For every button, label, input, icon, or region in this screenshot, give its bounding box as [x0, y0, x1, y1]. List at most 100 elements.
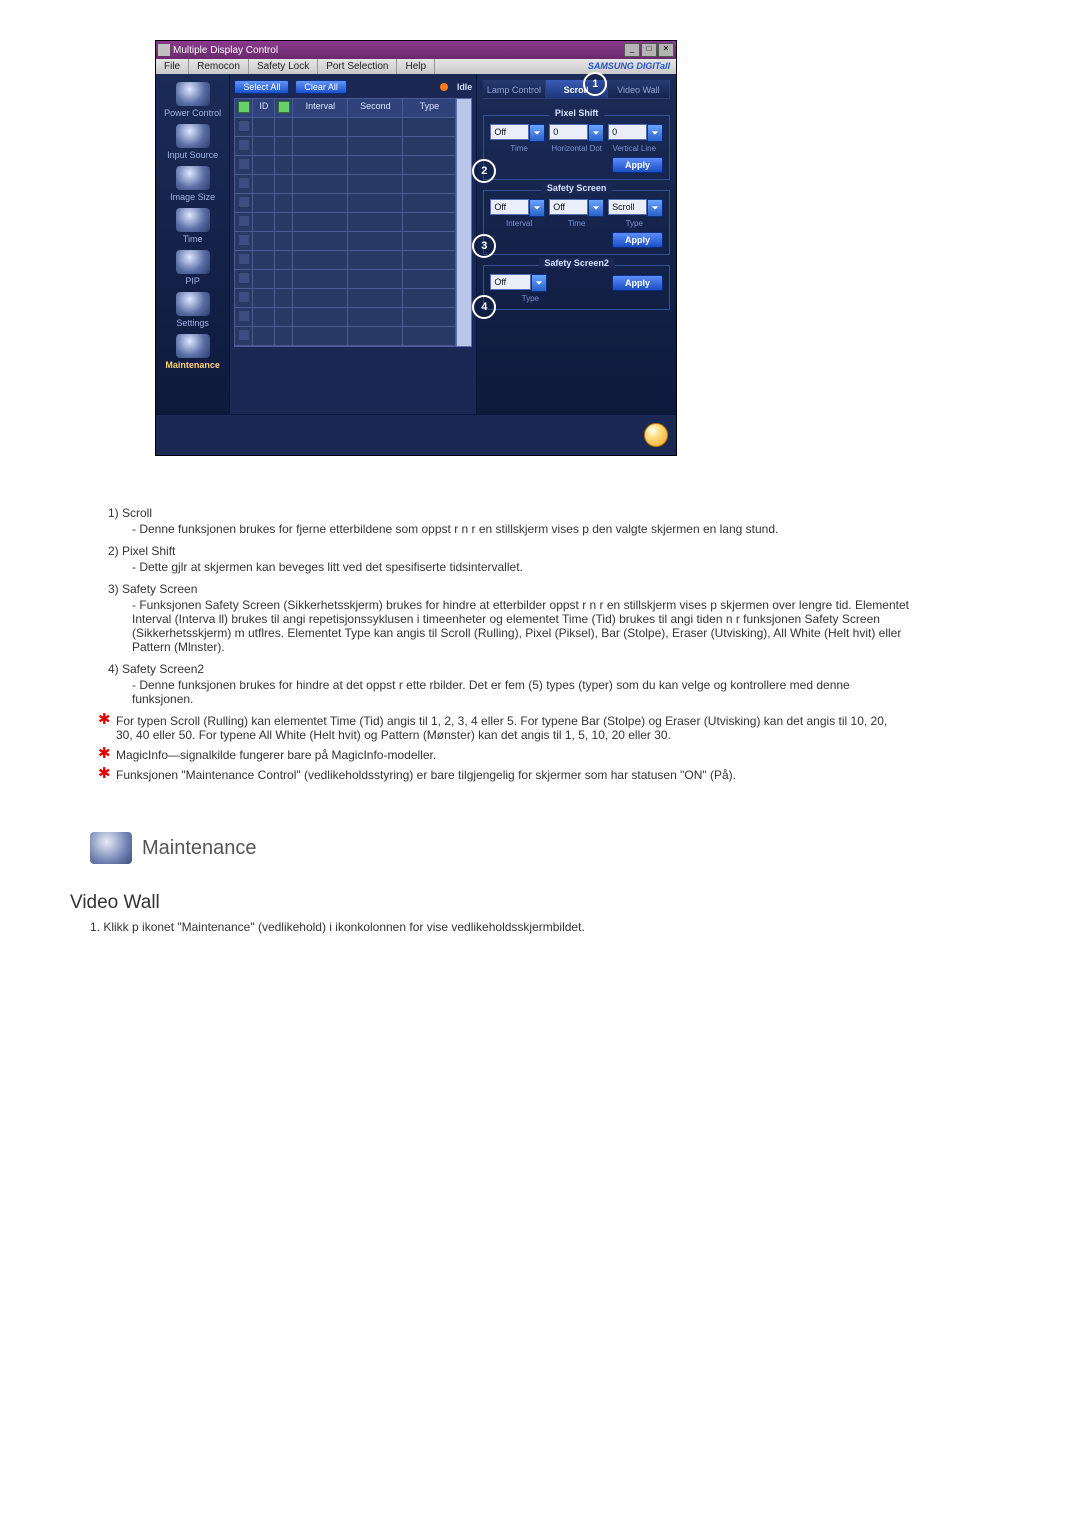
pixel-shift-time-value: Off: [490, 124, 529, 140]
sidebar-item-power[interactable]: Power Control: [158, 82, 227, 118]
table-row[interactable]: [235, 289, 455, 308]
icon-sidebar: Power Control Input Source Image Size Ti…: [156, 74, 229, 414]
callout-2: 2: [472, 159, 496, 183]
table-row[interactable]: [235, 175, 455, 194]
right-panel: 1 Lamp Control Scroll Video Wall Pixel S…: [477, 74, 676, 414]
table-row[interactable]: [235, 327, 455, 346]
row-checkbox[interactable]: [238, 120, 250, 132]
star-note-text: MagicInfo—signalkilde fungerer bare på M…: [116, 748, 436, 762]
table-row[interactable]: [235, 156, 455, 175]
row-checkbox[interactable]: [238, 215, 250, 227]
table-row[interactable]: [235, 232, 455, 251]
chevron-down-icon[interactable]: [588, 124, 604, 142]
label-type: Type: [605, 219, 663, 228]
chevron-down-icon[interactable]: [647, 124, 663, 142]
gear-icon: [176, 292, 210, 316]
doc-item-body: Denne funksjonen brukes for hindre at de…: [132, 678, 910, 706]
sidebar-item-image-size[interactable]: Image Size: [158, 166, 227, 202]
pixel-shift-time-combo[interactable]: Off: [490, 124, 545, 142]
chevron-down-icon[interactable]: [529, 199, 545, 217]
sidebar-item-time[interactable]: Time: [158, 208, 227, 244]
safety-screen2-type-combo[interactable]: Off: [490, 274, 547, 292]
safety-screen-time-combo[interactable]: Off: [549, 199, 604, 217]
safety-screen2-group: Safety Screen2 Off Apply Type 4: [483, 265, 670, 310]
menu-safety-lock[interactable]: Safety Lock: [249, 59, 318, 74]
pixel-shift-vline-value: 0: [608, 124, 647, 140]
menu-file[interactable]: File: [156, 59, 189, 74]
row-checkbox[interactable]: [238, 139, 250, 151]
doc-list-item: 4) Safety Screen2 Denne funksjonen brukes…: [108, 662, 910, 706]
callout-4: 4: [472, 295, 496, 319]
safety-screen-apply-button[interactable]: Apply: [612, 232, 663, 248]
row-checkbox[interactable]: [238, 329, 250, 341]
pixel-shift-vline-combo[interactable]: 0: [608, 124, 663, 142]
statusbar: [156, 414, 676, 455]
star-icon: ✱: [98, 714, 111, 726]
window-title: Multiple Display Control: [173, 45, 624, 56]
input-icon: [176, 124, 210, 148]
titlebar[interactable]: Multiple Display Control _ □ ✕: [156, 41, 676, 59]
doc-item-title: 3) Safety Screen: [108, 582, 910, 596]
pip-icon: [176, 250, 210, 274]
doc-item-title: 4) Safety Screen2: [108, 662, 910, 676]
pixel-shift-apply-button[interactable]: Apply: [612, 157, 663, 173]
vertical-scrollbar[interactable]: [456, 98, 472, 347]
star-note: ✱Funksjonen "Maintenance Control" (vedli…: [98, 768, 906, 782]
safety-screen-interval-value: Off: [490, 199, 529, 215]
doc-list-item: 2) Pixel ShiftDette gjlr at skjermen kan…: [108, 544, 910, 574]
row-checkbox[interactable]: [238, 253, 250, 265]
safety-screen2-apply-button[interactable]: Apply: [612, 275, 663, 291]
sidebar-item-pip[interactable]: PIP: [158, 250, 227, 286]
table-row[interactable]: [235, 308, 455, 327]
sidebar-item-settings[interactable]: Settings: [158, 292, 227, 328]
safety-screen-legend: Safety Screen: [541, 183, 613, 193]
row-checkbox[interactable]: [238, 196, 250, 208]
sidebar-item-maintenance[interactable]: Maintenance: [158, 334, 227, 370]
safety-screen-type-combo[interactable]: Scroll: [608, 199, 663, 217]
menu-port-selection[interactable]: Port Selection: [318, 59, 397, 74]
chevron-down-icon[interactable]: [647, 199, 663, 217]
menu-help[interactable]: Help: [397, 59, 435, 74]
sidebar-label: Image Size: [170, 192, 215, 202]
table-row[interactable]: [235, 118, 455, 137]
sidebar-item-input[interactable]: Input Source: [158, 124, 227, 160]
close-button[interactable]: ✕: [658, 43, 674, 57]
sidebar-label: Maintenance: [165, 360, 220, 370]
row-checkbox[interactable]: [238, 177, 250, 189]
table-row[interactable]: [235, 213, 455, 232]
table-row[interactable]: [235, 194, 455, 213]
sidebar-label: Power Control: [164, 108, 221, 118]
table-row[interactable]: [235, 270, 455, 289]
chevron-down-icon[interactable]: [588, 199, 604, 217]
grid-header-second: Second: [348, 99, 403, 118]
chevron-down-icon[interactable]: [531, 274, 547, 292]
star-icon: ✱: [98, 768, 111, 780]
time-icon: [176, 208, 210, 232]
row-checkbox[interactable]: [238, 158, 250, 170]
menu-remocon[interactable]: Remocon: [189, 59, 249, 74]
doc-item-body: Funksjonen Safety Screen (Sikkerhetsskje…: [132, 598, 910, 654]
tab-video-wall[interactable]: Video Wall: [608, 80, 670, 98]
safety-screen-interval-combo[interactable]: Off: [490, 199, 545, 217]
header-check-icon[interactable]: [238, 101, 250, 113]
display-grid: ID Interval Second Type: [234, 98, 456, 347]
maintenance-icon: [176, 334, 210, 358]
center-panel: Select All Clear All Idle ID Inter: [229, 74, 477, 414]
pixel-shift-hdot-combo[interactable]: 0: [549, 124, 604, 142]
tab-lamp-control[interactable]: Lamp Control: [483, 80, 545, 98]
table-row[interactable]: [235, 137, 455, 156]
safety-screen-group: Safety Screen Off Off Scroll: [483, 190, 670, 255]
maximize-button[interactable]: □: [641, 43, 657, 57]
safety-screen-type-value: Scroll: [608, 199, 647, 215]
row-checkbox[interactable]: [238, 234, 250, 246]
table-row[interactable]: [235, 251, 455, 270]
maintenance-section-icon: [90, 832, 132, 864]
row-checkbox[interactable]: [238, 310, 250, 322]
row-checkbox[interactable]: [238, 272, 250, 284]
clear-all-button[interactable]: Clear All: [295, 80, 347, 94]
select-all-button[interactable]: Select All: [234, 80, 289, 94]
section-title: Maintenance: [142, 837, 257, 860]
row-checkbox[interactable]: [238, 291, 250, 303]
minimize-button[interactable]: _: [624, 43, 640, 57]
chevron-down-icon[interactable]: [529, 124, 545, 142]
